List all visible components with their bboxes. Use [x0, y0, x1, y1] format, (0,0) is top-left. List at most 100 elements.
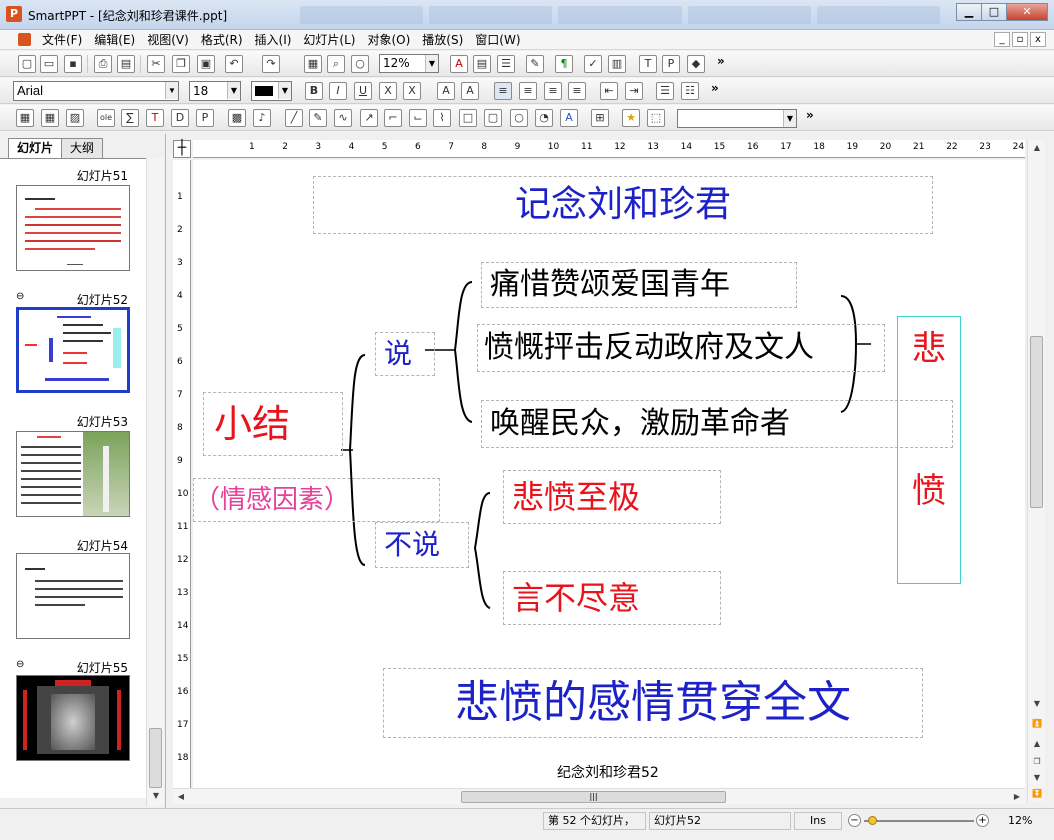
- scroll-right-icon[interactable]: ▶: [1009, 789, 1025, 805]
- point-awaken[interactable]: 唤醒民众，激励革命者: [481, 400, 953, 448]
- point-extreme-grief[interactable]: 悲愤至极: [503, 470, 721, 524]
- menu-play[interactable]: 播放(S): [416, 32, 469, 48]
- zoom-slider[interactable]: − +: [848, 814, 989, 828]
- point-denounce[interactable]: 愤慨抨击反动政府及文人: [477, 324, 885, 372]
- copy-slide-icon[interactable]: ❐: [1029, 754, 1045, 770]
- zoom-select[interactable]: 12% ▼: [379, 54, 439, 73]
- vertical-scrollbar[interactable]: ▲ ▼ ⏫ ▲ ❐ ▼ ⏬: [1027, 140, 1045, 802]
- point-mourn-praise[interactable]: 痛惜赞颂爱国青年: [481, 262, 797, 308]
- side-text-box[interactable]: 悲 愤: [897, 316, 961, 584]
- elbow-connector-icon[interactable]: ⌙: [409, 109, 427, 127]
- list-icon[interactable]: ☰: [497, 55, 515, 73]
- align-right-icon[interactable]: ≡: [544, 82, 562, 100]
- undo-icon[interactable]: ↶: [225, 55, 243, 73]
- text-frame-icon[interactable]: T: [146, 109, 164, 127]
- date-icon[interactable]: P: [196, 109, 214, 127]
- more-tools-icon[interactable]: »: [717, 54, 725, 68]
- panel-scrollbar[interactable]: ▼: [146, 158, 164, 806]
- numbering-icon[interactable]: ☷: [681, 82, 699, 100]
- scroll-down-icon[interactable]: ▼: [1029, 696, 1045, 712]
- slide-canvas[interactable]: 记念刘和珍君 小结 （情感因素） 说 不说 痛惜赞颂爱国青年 愤慨抨击反动政府及…: [193, 160, 1025, 788]
- polyline-icon[interactable]: ⌇: [433, 109, 451, 127]
- symbol-icon[interactable]: ∑: [121, 109, 139, 127]
- last-slide-icon[interactable]: ⏬: [1029, 786, 1045, 802]
- underline-icon[interactable]: U: [354, 82, 372, 100]
- line-icon[interactable]: ╱: [285, 109, 303, 127]
- menu-view[interactable]: 视图(V): [141, 32, 195, 48]
- group-icon[interactable]: ⊞: [591, 109, 609, 127]
- zoom-track[interactable]: [864, 820, 974, 822]
- slide-thumbnail-53[interactable]: [16, 431, 130, 517]
- align-center-icon[interactable]: ≡: [519, 82, 537, 100]
- doc-close-button[interactable]: x: [1030, 32, 1046, 47]
- find-icon[interactable]: ⌕: [327, 55, 345, 73]
- scroll-up-icon[interactable]: ▲: [1029, 140, 1045, 156]
- wordart-icon[interactable]: A: [560, 109, 578, 127]
- style-select[interactable]: ▼: [677, 109, 797, 128]
- ruler-corner-button[interactable]: ┼: [173, 140, 191, 158]
- horizontal-scroll-thumb[interactable]: |||: [461, 791, 726, 803]
- not-say-label[interactable]: 不说: [375, 522, 469, 568]
- rectangle-icon[interactable]: □: [459, 109, 477, 127]
- format-painter-icon[interactable]: ✎: [526, 55, 544, 73]
- font-color-select[interactable]: ▼: [251, 81, 292, 101]
- vertical-scroll-thumb[interactable]: [1030, 336, 1043, 508]
- indent-icon[interactable]: ⇥: [625, 82, 643, 100]
- copy-icon[interactable]: ❐: [172, 55, 190, 73]
- font-name-select[interactable]: Arial ▼: [13, 81, 179, 101]
- slide-thumbnail-52[interactable]: [16, 307, 130, 393]
- text-box-icon[interactable]: T: [639, 55, 657, 73]
- open-folder-icon[interactable]: ▭: [40, 55, 58, 73]
- zoom-in-icon[interactable]: +: [976, 814, 989, 827]
- point-words-fail[interactable]: 言不尽意: [503, 571, 721, 625]
- scroll-left-icon[interactable]: ◀: [173, 789, 189, 805]
- picture-icon[interactable]: P: [662, 55, 680, 73]
- export-pdf-icon[interactable]: ▤: [117, 55, 135, 73]
- curve-icon[interactable]: ∿: [334, 109, 352, 127]
- tab-slides[interactable]: 幻灯片: [8, 138, 63, 158]
- say-label[interactable]: 说: [375, 332, 435, 376]
- sound-icon[interactable]: ♪: [253, 109, 271, 127]
- panel-scroll-thumb[interactable]: [149, 728, 162, 788]
- justify-icon[interactable]: ≡: [568, 82, 586, 100]
- rounded-rect-icon[interactable]: ▢: [484, 109, 502, 127]
- ellipse-icon[interactable]: ○: [510, 109, 528, 127]
- bullets-icon[interactable]: ☰: [656, 82, 674, 100]
- more-format-icon[interactable]: »: [711, 81, 719, 95]
- zoom-knob[interactable]: [868, 816, 877, 825]
- redo-icon[interactable]: ↷: [262, 55, 280, 73]
- film-icon[interactable]: ▩: [228, 109, 246, 127]
- arrow-icon[interactable]: ↗: [360, 109, 378, 127]
- menu-window[interactable]: 窗口(W): [469, 32, 526, 48]
- paragraph-mark-icon[interactable]: ¶: [555, 55, 573, 73]
- scroll-down-icon[interactable]: ▼: [148, 788, 164, 804]
- font-size-select[interactable]: 18 ▼: [189, 81, 241, 101]
- slide-layout-icon[interactable]: ▤: [473, 55, 491, 73]
- menu-slide[interactable]: 幻灯片(L): [297, 32, 361, 48]
- doc-restore-button[interactable]: ▫: [1012, 32, 1028, 47]
- tab-outline[interactable]: 大纲: [61, 138, 104, 158]
- paste-icon[interactable]: ▣: [197, 55, 215, 73]
- more-draw-icon[interactable]: »: [806, 108, 814, 122]
- grid-table-icon[interactable]: ▦: [41, 109, 59, 127]
- increase-font-icon[interactable]: A: [437, 82, 455, 100]
- next-slide-icon[interactable]: ▼: [1029, 770, 1045, 786]
- grid-icon[interactable]: ▦: [304, 55, 322, 73]
- maximize-button[interactable]: □: [981, 3, 1007, 21]
- connector-icon[interactable]: ⌐: [384, 109, 402, 127]
- decrease-font-icon[interactable]: A: [461, 82, 479, 100]
- table-icon[interactable]: ▦: [16, 109, 34, 127]
- pencil-icon[interactable]: ✎: [309, 109, 327, 127]
- conclusion-text[interactable]: 悲愤的感情贯穿全文: [383, 668, 923, 738]
- slide-title[interactable]: 记念刘和珍君: [313, 176, 933, 234]
- shapes-icon[interactable]: ◔: [535, 109, 553, 127]
- horizontal-scrollbar[interactable]: ◀ ||| ▶: [173, 788, 1025, 804]
- summary-heading[interactable]: 小结: [203, 392, 343, 456]
- slide-thumbnail-55[interactable]: [16, 675, 130, 761]
- clear-format-icon[interactable]: X: [403, 82, 421, 100]
- slide-number-icon[interactable]: D: [171, 109, 189, 127]
- document-icon[interactable]: [18, 33, 31, 46]
- slide-thumbnail-51[interactable]: [16, 185, 130, 271]
- minimize-button[interactable]: ▁: [956, 3, 982, 21]
- chart-icon[interactable]: ▥: [608, 55, 626, 73]
